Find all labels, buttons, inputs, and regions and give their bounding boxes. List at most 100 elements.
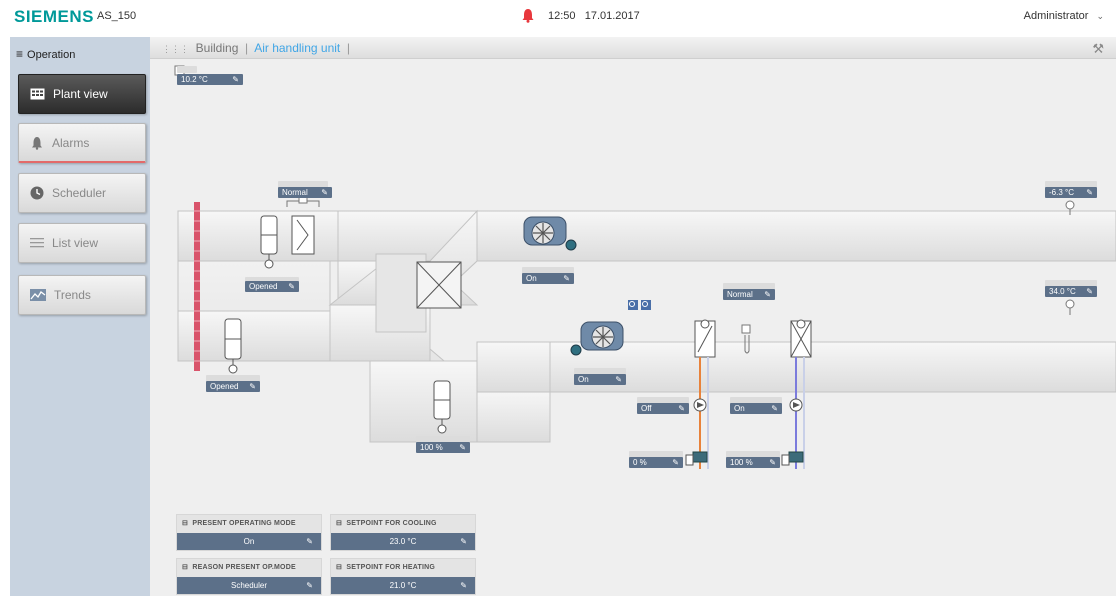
edit-icon: ✎ xyxy=(232,75,239,84)
reason-operating-mode-title: ⊟ REASON PRESENT OP.MODE xyxy=(182,564,296,571)
supply-fan-value: On xyxy=(578,375,589,384)
setpoint-heating-panel: ⊟ SETPOINT FOR HEATING 21.0 °C ✎ xyxy=(330,558,476,595)
breadcrumb-separator: | xyxy=(241,41,252,55)
breadcrumb-separator: | xyxy=(343,41,351,55)
sidebar-item-label: Scheduler xyxy=(52,186,107,200)
outdoor-temp-widget[interactable]: 10.2 °C ✎ xyxy=(177,74,243,85)
outdoor-temp-value: 10.2 °C xyxy=(181,75,208,84)
setpoint-cooling-title: ⊟ SETPOINT FOR COOLING xyxy=(336,520,437,527)
edit-icon: ✎ xyxy=(678,404,685,413)
supply-temp-value: 34.0 °C xyxy=(1049,287,1076,296)
cooling-valve[interactable] xyxy=(781,451,804,466)
zoom-in-icon[interactable] xyxy=(628,300,638,310)
outdoor-temp-label xyxy=(177,66,197,73)
device-name: AS_150 xyxy=(97,10,137,22)
sidebar-item-list-view[interactable]: List view xyxy=(18,223,146,263)
setpoint-heating-title: ⊟ SETPOINT FOR HEATING xyxy=(336,564,436,571)
sidebar-item-trends[interactable]: Trends xyxy=(18,275,146,315)
mixing-damper-value: 100 % xyxy=(420,443,443,452)
edit-icon: ✎ xyxy=(1086,287,1093,296)
reason-operating-mode-value[interactable]: Scheduler ✎ xyxy=(177,577,321,594)
supply-temperature-sensor-icon xyxy=(1065,299,1075,315)
heating-pump-value: Off xyxy=(641,404,652,413)
edit-icon: ✎ xyxy=(321,188,328,197)
heating-pump[interactable] xyxy=(693,398,707,412)
present-operating-mode-value[interactable]: On ✎ xyxy=(177,533,321,550)
plant-view-icon xyxy=(30,88,45,100)
present-operating-mode-panel: ⊟ PRESENT OPERATING MODE On ✎ xyxy=(176,514,322,551)
heat-mode-value: Normal xyxy=(727,290,753,299)
sidebar-item-scheduler[interactable]: Scheduler xyxy=(18,173,146,213)
grid-icon: ⋮⋮⋮ xyxy=(162,44,189,54)
exhaust-temp-value: -6.3 °C xyxy=(1049,188,1074,197)
top-bar: SIEMENS AS_150 12:50 17.01.2017 Administ… xyxy=(0,0,1116,32)
exhaust-temp-widget[interactable]: -6.3 °C ✎ xyxy=(1045,187,1097,198)
user-menu[interactable]: Administrator ⌄ xyxy=(1024,10,1104,22)
exhaust-fan-value: On xyxy=(526,274,537,283)
zoom-out-icon[interactable] xyxy=(641,300,651,310)
date-display: 17.01.2017 xyxy=(584,10,640,22)
heating-coil[interactable] xyxy=(694,319,716,358)
edit-icon: ✎ xyxy=(764,290,771,299)
edit-icon: ✎ xyxy=(771,404,778,413)
edit-icon: ✎ xyxy=(459,443,466,452)
cooling-coil[interactable] xyxy=(790,319,812,358)
operation-menu[interactable]: ≡ Operation xyxy=(16,47,75,61)
cooling-pump-value: On xyxy=(734,404,745,413)
supply-fan[interactable] xyxy=(570,321,624,356)
exhaust-damper-value: Opened xyxy=(249,282,278,291)
edit-icon: ✎ xyxy=(769,458,776,467)
supply-temp-widget[interactable]: 34.0 °C ✎ xyxy=(1045,286,1097,297)
sidebar-item-label: Trends xyxy=(54,288,91,302)
tools-icon[interactable]: ⚒ xyxy=(1092,41,1104,57)
hamburger-icon: ≡ xyxy=(16,47,24,61)
clock-icon xyxy=(30,186,44,200)
cooling-pump[interactable] xyxy=(789,398,803,412)
clock: 12:50 17.01.2017 xyxy=(548,10,640,22)
edit-icon: ✎ xyxy=(249,382,256,391)
siemens-logo: SIEMENS xyxy=(14,7,95,26)
trend-chart-icon xyxy=(30,289,46,301)
damper-mode-widget[interactable]: Normal ✎ xyxy=(278,187,332,198)
breadcrumb-building[interactable]: Building xyxy=(196,41,239,55)
edit-icon: ✎ xyxy=(306,581,313,590)
heating-valve[interactable] xyxy=(685,451,708,466)
edit-icon: ✎ xyxy=(563,274,570,283)
sidebar-item-label: Plant view xyxy=(53,87,108,101)
sidebar: ≡ Operation Plant view Alarms Scheduler L… xyxy=(10,37,150,596)
heating-valve-value: 0 % xyxy=(633,458,647,467)
heat-mode-widget[interactable]: Normal ✎ xyxy=(723,289,775,300)
exhaust-fan-widget[interactable]: On ✎ xyxy=(522,273,574,284)
time-display: 12:50 xyxy=(548,10,576,22)
heat-recovery-exchanger[interactable] xyxy=(416,261,462,309)
user-name: Administrator xyxy=(1023,10,1089,22)
list-icon xyxy=(30,238,44,248)
heating-valve-widget[interactable]: 0 % ✎ xyxy=(629,457,683,468)
outdoor-damper-widget[interactable]: Opened ✎ xyxy=(206,381,260,392)
breadcrumb-current: Air handling unit xyxy=(254,41,341,55)
setpoint-cooling-value[interactable]: 23.0 °C ✎ xyxy=(331,533,475,550)
setpoint-cooling-panel: ⊟ SETPOINT FOR COOLING 23.0 °C ✎ xyxy=(330,514,476,551)
edit-icon: ✎ xyxy=(672,458,679,467)
cooling-pump-widget[interactable]: On ✎ xyxy=(730,403,782,414)
edit-icon: ✎ xyxy=(1086,188,1093,197)
damper-mode-value: Normal xyxy=(282,188,308,197)
edit-icon: ✎ xyxy=(460,537,467,546)
mixing-damper-widget[interactable]: 100 % ✎ xyxy=(416,442,470,453)
edit-icon: ✎ xyxy=(288,282,295,291)
heating-pump-widget[interactable]: Off ✎ xyxy=(637,403,689,414)
outdoor-damper-value: Opened xyxy=(210,382,239,391)
cooling-valve-widget[interactable]: 100 % ✎ xyxy=(726,457,780,468)
exhaust-damper-widget[interactable]: Opened ✎ xyxy=(245,281,299,292)
edit-icon: ✎ xyxy=(460,581,467,590)
setpoint-heating-value[interactable]: 21.0 °C ✎ xyxy=(331,577,475,594)
exhaust-filter[interactable] xyxy=(286,194,320,255)
alarm-bell-icon[interactable] xyxy=(521,8,535,23)
outdoor-damper[interactable] xyxy=(224,318,242,374)
breadcrumb: ⋮⋮⋮ Building | Air handling unit | xyxy=(150,37,1116,59)
sidebar-item-plant-view[interactable]: Plant view xyxy=(18,74,146,114)
edit-icon: ✎ xyxy=(615,375,622,384)
sidebar-item-alarms[interactable]: Alarms xyxy=(18,123,146,163)
supply-fan-widget[interactable]: On ✎ xyxy=(574,374,626,385)
operation-label: Operation xyxy=(27,49,76,61)
